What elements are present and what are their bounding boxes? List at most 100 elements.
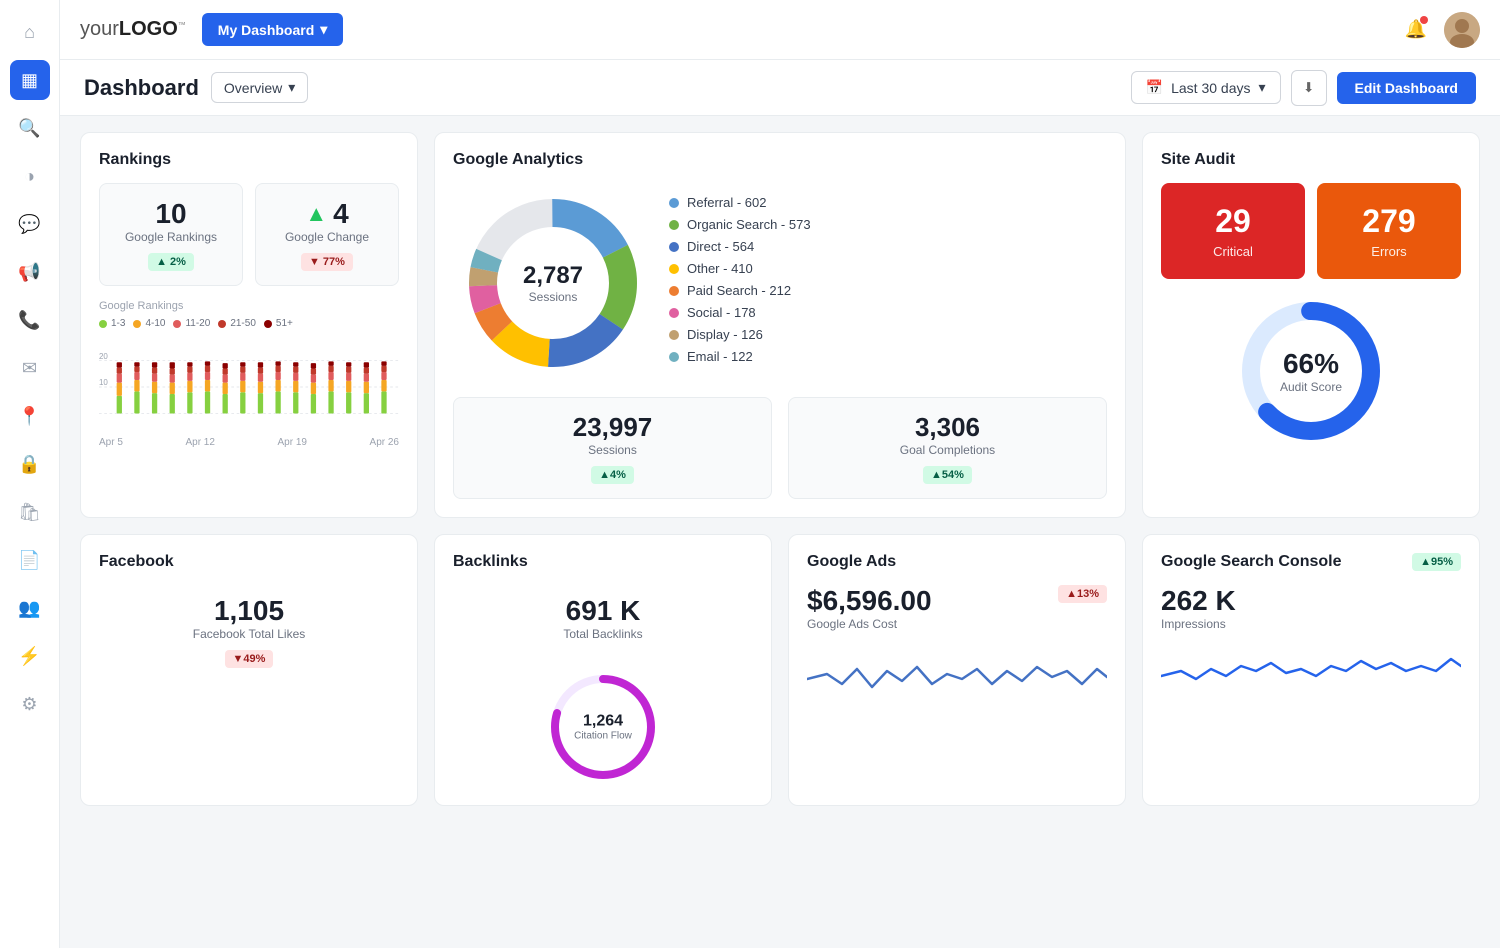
calendar-icon: 📅 (1146, 79, 1163, 96)
legend-social: Social - 178 (669, 305, 1107, 320)
legend-social-label: Social - 178 (687, 305, 756, 320)
chevron-down-icon: ▾ (320, 21, 327, 38)
goal-badge: ▲54% (923, 466, 972, 484)
legend-paid-label: Paid Search - 212 (687, 283, 791, 298)
rankings-title: Rankings (99, 151, 399, 169)
google-change-label: Google Change (270, 230, 384, 244)
citation-value: 1,264 (574, 713, 632, 731)
chart-x-labels: Apr 5 Apr 12 Apr 19 Apr 26 (99, 437, 399, 448)
legend-direct-label: Direct - 564 (687, 239, 754, 254)
legend-display-label: Display - 126 (687, 327, 763, 342)
backlinks-label: Total Backlinks (453, 627, 753, 641)
sidebar-integration-icon[interactable]: ⚡ (10, 636, 50, 676)
score-donut: 66% Audit Score (1231, 291, 1391, 451)
legend-organic: Organic Search - 573 (669, 217, 1107, 232)
sidebar-users-icon[interactable]: 👥 (10, 588, 50, 628)
main-container: yourLOGO™ My Dashboard ▾ 🔔 Dashboard Ove… (60, 0, 1500, 948)
facebook-likes-label: Facebook Total Likes (99, 627, 399, 641)
sidebar-home-icon[interactable]: ⌂ (10, 12, 50, 52)
sidebar-analytics-icon[interactable]: ◑ (10, 156, 50, 196)
donut-value: 2,787 (523, 262, 583, 290)
citation-label: Citation Flow (574, 731, 632, 742)
sidebar-location-icon[interactable]: 📍 (10, 396, 50, 436)
sessions-value: 23,997 (468, 412, 757, 443)
legend-1-3: 1-3 (99, 318, 125, 329)
my-dashboard-button[interactable]: My Dashboard ▾ (202, 13, 344, 46)
ads-cost-badge: ▲13% (1058, 585, 1107, 603)
score-container: 66% Audit Score (1161, 291, 1461, 451)
sidebar-settings-icon[interactable]: ⚙ (10, 684, 50, 724)
facebook-stat: 1,105 Facebook Total Likes ▼49% (99, 585, 399, 678)
legend-email: Email - 122 (669, 349, 1107, 364)
citation-container: 1,264 Citation Flow (453, 667, 753, 787)
topnav-left: yourLOGO™ My Dashboard ▾ (80, 13, 343, 46)
backlinks-title: Backlinks (453, 553, 753, 571)
ads-sparkline (807, 649, 1107, 699)
analytics-inner: 2,787 Sessions Referral - 602 Organic Se… (453, 183, 1107, 383)
topnav: yourLOGO™ My Dashboard ▾ 🔔 (60, 0, 1500, 60)
overview-button[interactable]: Overview ▾ (211, 72, 308, 103)
triangle-down-icon: ▼ (309, 256, 320, 268)
critical-box: 29 Critical (1161, 183, 1305, 279)
ads-cost-label: Google Ads Cost (807, 617, 932, 631)
x-label-apr19: Apr 19 (278, 437, 307, 448)
legend-referral-label: Referral - 602 (687, 195, 766, 210)
date-range-button[interactable]: 📅 Last 30 days ▾ (1131, 71, 1281, 104)
bell-icon[interactable]: 🔔 (1400, 14, 1432, 46)
logo: yourLOGO™ (80, 18, 186, 41)
bar-chart-svg: 20 10 (99, 337, 399, 437)
legend-other: Other - 410 (669, 261, 1107, 276)
page-title: Dashboard (84, 75, 199, 101)
overview-label: Overview (224, 80, 282, 96)
sidebar-document-icon[interactable]: 📄 (10, 540, 50, 580)
sidebar-search-icon[interactable]: 🔍 (10, 108, 50, 148)
download-icon: ⬇ (1303, 80, 1314, 96)
sidebar-megaphone-icon[interactable]: 📢 (10, 252, 50, 292)
content-header: Dashboard Overview ▾ 📅 Last 30 days ▾ ⬇ … (60, 60, 1500, 116)
legend-email-label: Email - 122 (687, 349, 753, 364)
x-label-apr5: Apr 5 (99, 437, 123, 448)
critical-value: 29 (1175, 203, 1291, 240)
sidebar-lock-icon[interactable]: 🔒 (10, 444, 50, 484)
google-change-badge: ▼77% (301, 253, 353, 271)
avatar[interactable] (1444, 12, 1480, 48)
dashboard-content: Rankings 10 Google Rankings ▲2% ▲ 4 Goog… (60, 116, 1500, 948)
sidebar-phone-icon[interactable]: 📞 (10, 300, 50, 340)
impressions-stat: 262 K Impressions (1161, 585, 1461, 631)
analytics-legend: Referral - 602 Organic Search - 573 Dire… (669, 195, 1107, 371)
rankings-chart: Google Rankings 1-3 4-10 11-20 21-50 51+… (99, 300, 399, 448)
google-ads-title: Google Ads (807, 553, 1107, 571)
legend-direct: Direct - 564 (669, 239, 1107, 254)
goal-value: 3,306 (803, 412, 1092, 443)
backlinks-value: 691 K (453, 595, 753, 627)
impressions-badge: ▲95% (1412, 553, 1461, 571)
legend-display: Display - 126 (669, 327, 1107, 342)
facebook-likes-value: 1,105 (99, 595, 399, 627)
critical-label: Critical (1175, 244, 1291, 259)
ads-cost-value: $6,596.00 (807, 585, 932, 617)
notification-badge (1420, 16, 1428, 24)
legend-referral: Referral - 602 (669, 195, 1107, 210)
legend-other-label: Other - 410 (687, 261, 753, 276)
download-button[interactable]: ⬇ (1291, 70, 1327, 106)
google-rankings-label: Google Rankings (114, 230, 228, 244)
sidebar-shop-icon[interactable]: 🛍 (10, 492, 50, 532)
svg-text:20: 20 (99, 352, 108, 361)
svg-text:10: 10 (99, 378, 108, 387)
legend-11-20: 11-20 (173, 318, 210, 329)
errors-box: 279 Errors (1317, 183, 1461, 279)
search-console-sparkline (1161, 641, 1461, 691)
analytics-donut: 2,787 Sessions (453, 183, 653, 383)
donut-center: 2,787 Sessions (523, 262, 583, 304)
errors-value: 279 (1331, 203, 1447, 240)
edit-dashboard-button[interactable]: Edit Dashboard (1337, 72, 1476, 104)
legend-4-10: 4-10 (133, 318, 165, 329)
google-analytics-card: Google Analytics (434, 132, 1126, 518)
chevron-down-icon: ▾ (288, 79, 295, 96)
legend-organic-label: Organic Search - 573 (687, 217, 811, 232)
sidebar-chat-icon[interactable]: 💬 (10, 204, 50, 244)
sidebar-email-icon[interactable]: ✉ (10, 348, 50, 388)
sidebar-dashboard-icon[interactable]: ▦ (10, 60, 50, 100)
audit-title: Site Audit (1161, 151, 1461, 169)
sidebar: ⌂ ▦ 🔍 ◑ 💬 📢 📞 ✉ 📍 🔒 🛍 📄 👥 ⚡ ⚙ (0, 0, 60, 948)
